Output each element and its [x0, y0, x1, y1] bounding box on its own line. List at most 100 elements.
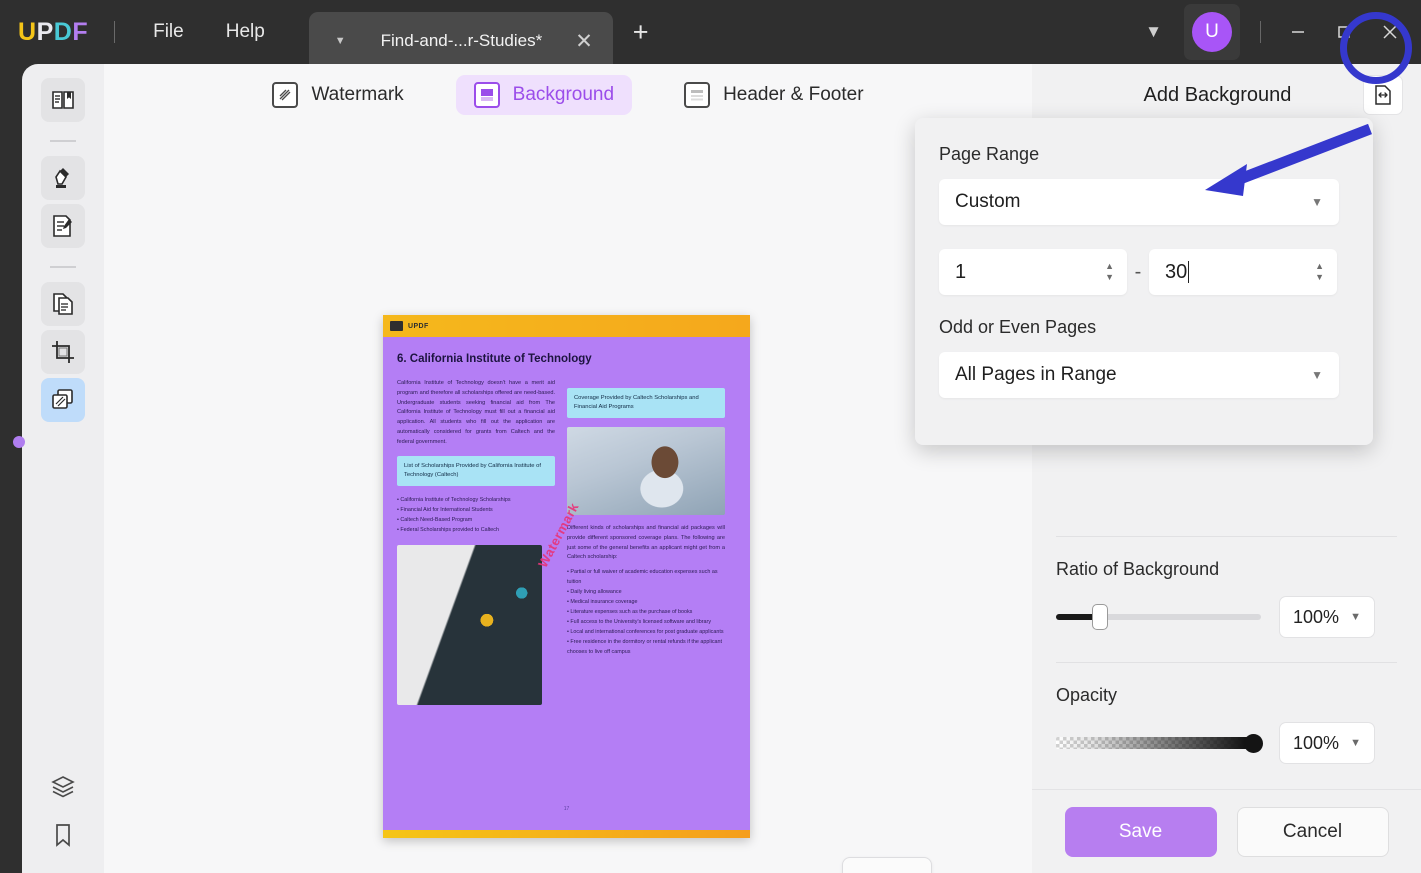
sidebar-item-layers[interactable] [41, 765, 85, 809]
pdf-woman-laptop-photo [567, 427, 725, 515]
sidebar-item-bookmark[interactable] [41, 813, 85, 857]
spinner-down-icon[interactable]: ▼ [1105, 274, 1114, 281]
menu-help[interactable]: Help [210, 15, 281, 49]
feature-toolbar: Watermark Background Header & Footer [104, 64, 1032, 126]
tab-watermark[interactable]: Watermark [254, 75, 421, 115]
pdf-column-left: California Institute of Technology doesn… [397, 379, 555, 705]
maximize-button[interactable] [1321, 12, 1367, 52]
pdf-list-item: • Free residence in the dormitory or ren… [567, 637, 725, 657]
opacity-label: Opacity [1056, 685, 1397, 706]
minimize-button[interactable] [1275, 12, 1321, 52]
pdf-desk-photo [397, 545, 542, 705]
spinner-down-icon[interactable]: ▼ [1315, 274, 1324, 281]
opacity-slider-track [1056, 737, 1261, 749]
pdf-brand-label: UPDF [408, 323, 429, 330]
ratio-label: Ratio of Background [1056, 559, 1397, 580]
ratio-slider-handle[interactable] [1092, 604, 1108, 630]
range-to-input[interactable]: 30 ▲ ▼ [1149, 249, 1337, 295]
range-to-spinner[interactable]: ▲ ▼ [1315, 263, 1324, 281]
maximize-icon [1335, 23, 1353, 41]
sidebar-divider-2 [50, 266, 76, 268]
page-range-inputs: 1 ▲ ▼ - 30 ▲ ▼ [939, 249, 1349, 295]
edit-document-icon [50, 213, 76, 239]
tab-background-label: Background [513, 84, 614, 106]
tab-title: Find-and-...r-Studies* [356, 31, 568, 51]
sidebar-bottom-group [41, 765, 85, 873]
tab-chevron-down-icon[interactable]: ▼ [335, 35, 346, 47]
sidebar-item-crop[interactable] [41, 330, 85, 374]
document-tab[interactable]: ▼ Find-and-...r-Studies* ✕ [309, 12, 613, 70]
ratio-value: 100% [1293, 607, 1339, 628]
sidebar-item-reader[interactable] [41, 78, 85, 122]
range-to-value: 30 [1165, 261, 1187, 284]
pdf-page-preview[interactable]: UPDF 6. California Institute of Technolo… [383, 315, 750, 838]
close-button[interactable] [1367, 12, 1413, 52]
range-from-input[interactable]: 1 ▲ ▼ [939, 249, 1127, 295]
new-tab-button[interactable]: + [633, 17, 649, 48]
pdf-list-item: • Daily living allowance [567, 587, 725, 597]
pdf-columns: California Institute of Technology doesn… [397, 379, 736, 705]
chevron-down-icon: ▼ [1350, 611, 1361, 623]
watermark-icon [272, 82, 298, 108]
sidebar-item-watermark-background[interactable] [41, 378, 85, 422]
panel-controls: Ratio of Background 100% ▼ Opacity [1032, 536, 1421, 770]
stack-layers-icon [50, 774, 76, 800]
page-range-label: Page Range [939, 144, 1349, 165]
sidebar-item-highlighter[interactable] [41, 156, 85, 200]
sidebar-collapse-handle[interactable] [13, 436, 25, 448]
pdf-page-body: 6. California Institute of Technology Ca… [383, 337, 750, 831]
ratio-section: Ratio of Background 100% ▼ [1032, 537, 1421, 644]
panel-header: Add Background [1032, 64, 1421, 126]
sidebar-divider-1 [50, 140, 76, 142]
ratio-value-dropdown[interactable]: 100% ▼ [1279, 596, 1375, 638]
close-icon [1380, 22, 1400, 42]
logo-letter-p: P [37, 18, 54, 46]
pdf-page-header: UPDF [383, 315, 750, 337]
sidebar-item-organize-pages[interactable] [41, 282, 85, 326]
opacity-slider-handle[interactable] [1244, 734, 1263, 753]
pdf-heading: 6. California Institute of Technology [397, 353, 736, 365]
tab-background[interactable]: Background [456, 75, 632, 115]
more-chevron-down-icon[interactable]: ▼ [1129, 12, 1178, 52]
text-cursor [1188, 261, 1189, 283]
page-indicator[interactable]: 19/30 [842, 857, 932, 873]
tab-watermark-label: Watermark [311, 84, 403, 106]
bookmark-icon [50, 822, 76, 848]
sidebar-item-edit-pdf[interactable] [41, 204, 85, 248]
range-from-spinner[interactable]: ▲ ▼ [1105, 263, 1114, 281]
layers-overlap-icon [50, 387, 76, 413]
tab-header-footer[interactable]: Header & Footer [666, 75, 881, 115]
page-range-popup: Page Range Custom ▼ 1 ▲ ▼ - 30 ▲ ▼ Odd [915, 118, 1373, 445]
minimize-icon [1289, 23, 1307, 41]
pdf-list-item: • Caltech Need-Based Program [397, 515, 555, 525]
odd-even-label: Odd or Even Pages [939, 317, 1349, 338]
logo-letter-u: U [18, 18, 37, 46]
window-controls-divider [1260, 21, 1261, 43]
opacity-slider[interactable] [1056, 730, 1261, 756]
tab-close-icon[interactable]: ✕ [567, 29, 601, 54]
avatar-button[interactable]: U [1184, 4, 1240, 60]
page-range-select[interactable]: Custom ▼ [939, 179, 1339, 225]
pdf-list-item: • Partial or full waiver of academic edu… [567, 567, 725, 587]
spinner-up-icon[interactable]: ▲ [1315, 263, 1324, 270]
menu-file[interactable]: File [137, 15, 200, 49]
pdf-column-right: Coverage Provided by Caltech Scholarship… [567, 379, 725, 705]
tab-header-footer-label: Header & Footer [723, 84, 863, 106]
updf-window: UPDF File Help ▼ Find-and-...r-Studies* … [0, 0, 1421, 873]
save-button[interactable]: Save [1065, 807, 1217, 857]
opacity-value-dropdown[interactable]: 100% ▼ [1279, 722, 1375, 764]
range-dash: - [1127, 261, 1149, 284]
opacity-section: Opacity 100% ▼ [1032, 663, 1421, 770]
spinner-up-icon[interactable]: ▲ [1105, 263, 1114, 270]
logo-letter-f: F [72, 18, 88, 46]
pdf-page-number: 17 [564, 806, 570, 812]
panel-footer: Save Cancel [1032, 789, 1421, 873]
ratio-slider[interactable] [1056, 604, 1261, 630]
cancel-button[interactable]: Cancel [1237, 807, 1389, 857]
pdf-list-item: • Federal Scholarships provided to Calte… [397, 525, 555, 535]
logo-divider [114, 21, 115, 43]
odd-even-select[interactable]: All Pages in Range ▼ [939, 352, 1339, 398]
pdf-list-item: • Medical insurance coverage [567, 597, 725, 607]
pdf-brand-mark-icon [390, 321, 403, 331]
page-range-button[interactable] [1363, 75, 1403, 115]
